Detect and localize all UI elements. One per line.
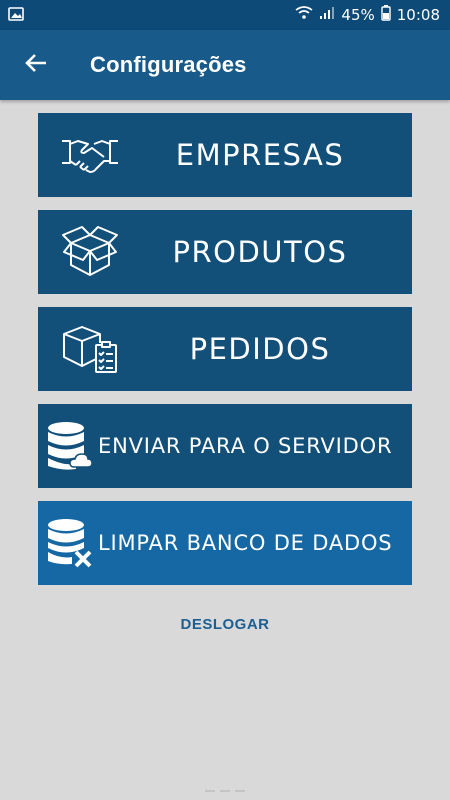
clear-database-button[interactable]: LIMPAR BANCO DE DADOS [38,501,412,585]
box-checklist-icon [60,319,120,379]
back-button[interactable] [0,30,72,100]
app-bar: Configurações [0,30,450,100]
settings-menu: EMPRESAS PRODUTOS PEDIDOS ENVIAR PARA O … [38,113,412,598]
menu-label-produtos: PRODUTOS [172,235,348,269]
logout-button[interactable]: DESLOGAR [0,616,450,633]
arrow-left-icon [25,53,47,77]
database-delete-icon [44,513,96,573]
orders-button[interactable]: PEDIDOS [38,307,412,391]
box-icon [60,222,120,282]
database-upload-icon [44,416,96,476]
menu-label-limpar: LIMPAR BANCO DE DADOS [98,531,393,555]
clock: 10:08 [396,6,440,24]
products-button[interactable]: PRODUTOS [38,210,412,294]
companies-button[interactable]: EMPRESAS [38,113,412,197]
menu-label-enviar: ENVIAR PARA O SERVIDOR [98,434,393,458]
handshake-icon [60,125,120,185]
image-icon [8,6,24,25]
menu-label-pedidos: PEDIDOS [189,332,331,366]
page-title: Configurações [90,52,247,77]
battery-percent: 45% [341,6,375,24]
battery-icon [381,5,391,25]
wifi-icon [295,6,313,24]
send-to-server-button[interactable]: ENVIAR PARA O SERVIDOR [38,404,412,488]
signal-icon [319,6,335,24]
footer-hint [195,788,255,794]
status-bar: 45% 10:08 [0,0,450,30]
menu-label-empresas: EMPRESAS [175,138,345,172]
